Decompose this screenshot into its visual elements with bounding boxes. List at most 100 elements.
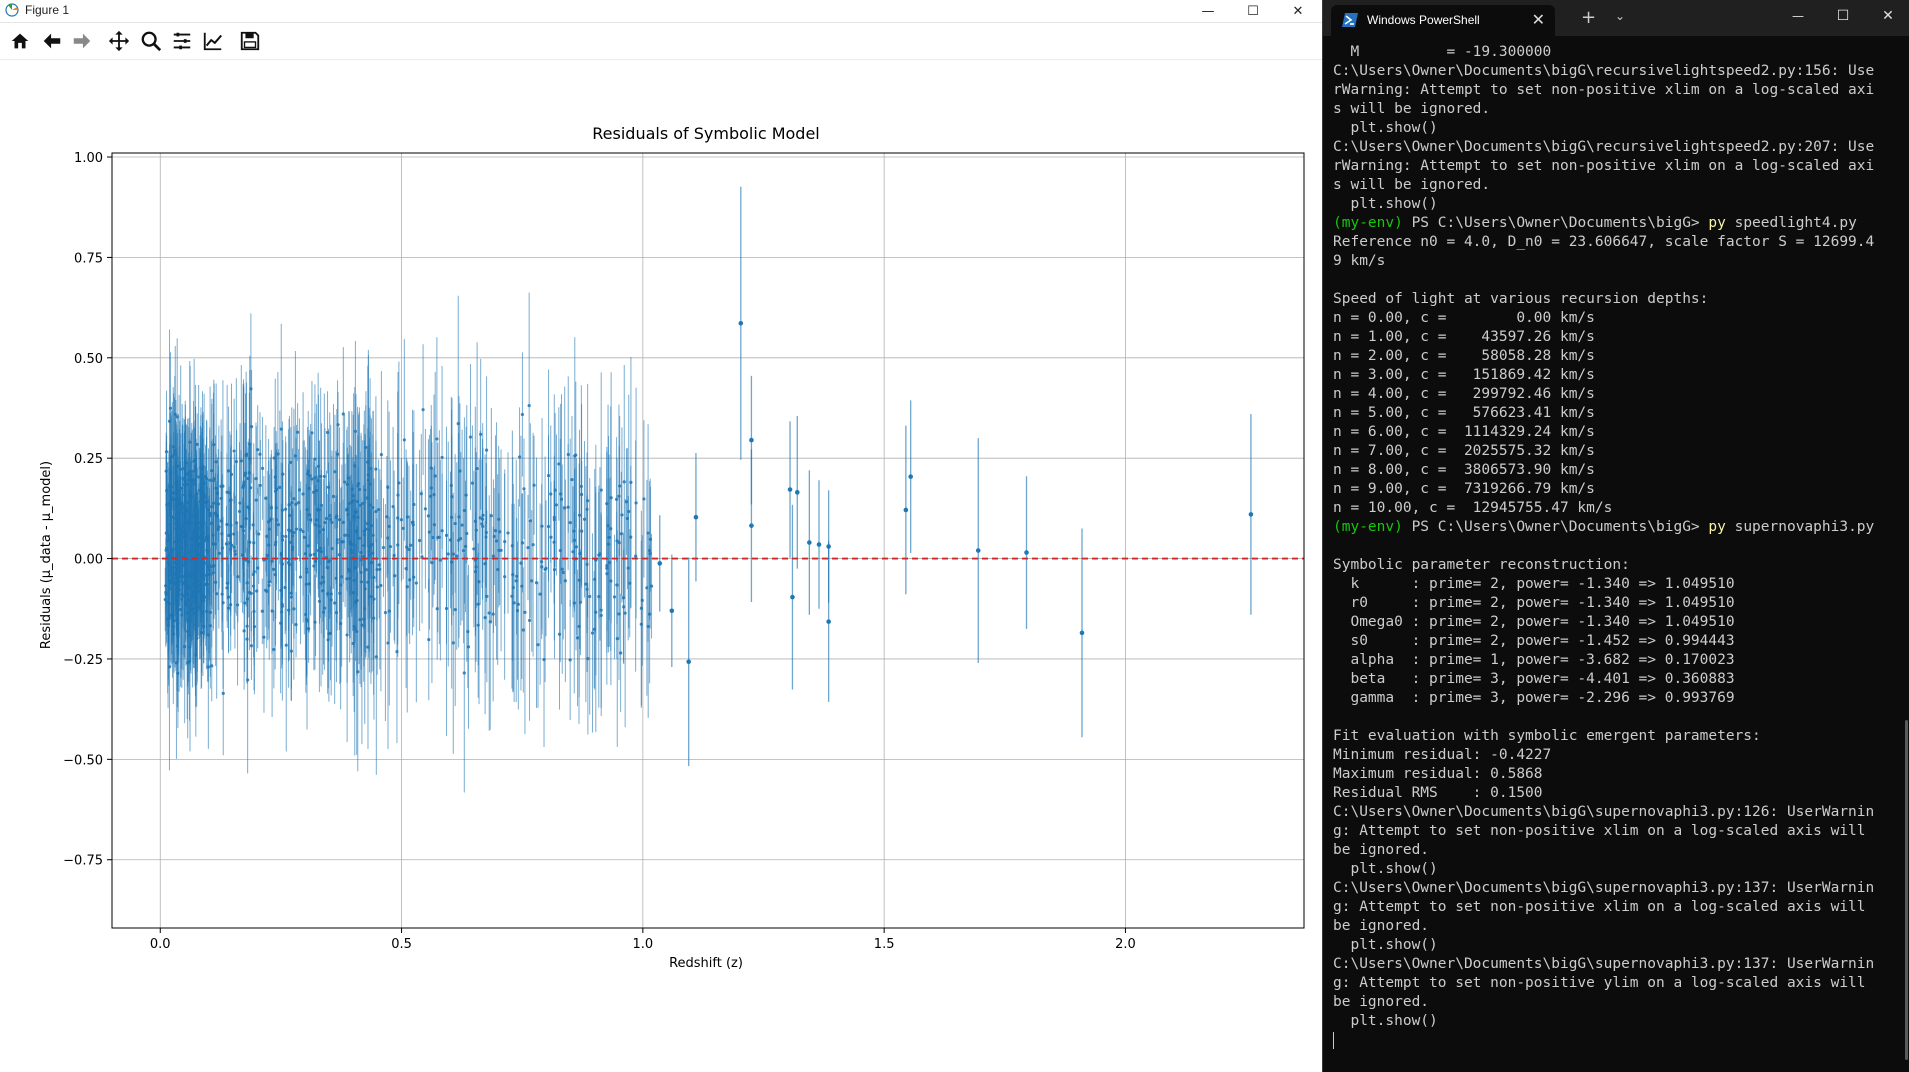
data-point [325,430,330,435]
forward-button[interactable] [70,29,94,53]
data-point [168,406,173,410]
edit-axis-button[interactable] [201,29,225,53]
data-point [321,575,325,579]
data-point [483,616,487,620]
terminal-line: r0 : prime= 2, power= -1.340 => 1.049510 [1333,595,1735,611]
home-button[interactable] [8,29,32,53]
terminal-line: plt.show() [1333,120,1438,136]
data-point [1079,630,1085,636]
terminal-line: n = 2.00, c = 58058.28 km/s [1333,348,1595,364]
terminal-line: alpha : prime= 1, power= -3.682 => 0.170… [1333,652,1735,668]
data-point [648,552,652,556]
terminal-line: s0 : prime= 2, power= -1.452 => 0.994443 [1333,633,1735,649]
terminal-input-line[interactable] [1333,1031,1908,1050]
tab-windows-powershell[interactable]: Windows PowerShell ✕ [1331,5,1555,36]
data-point [176,583,181,587]
chart-title: Residuals of Symbolic Model [592,124,819,143]
save-button[interactable] [238,29,262,53]
data-point [357,536,361,540]
data-point [619,532,623,536]
save-icon [240,31,260,51]
pan-button[interactable] [107,29,131,53]
command-argument: supernovaphi3.py [1725,519,1875,535]
data-point [327,559,331,563]
data-point [475,467,479,471]
data-point [435,437,439,441]
data-point [480,522,484,526]
terminal-line: s will be ignored. [1333,177,1491,193]
data-point [369,523,374,528]
terminal-line: be ignored. [1333,918,1430,934]
data-point [260,466,265,470]
terminal-line: be ignored. [1333,994,1430,1010]
data-point [345,633,349,637]
data-point [341,540,345,544]
data-point [506,531,510,535]
data-point [549,492,553,496]
terminal-line: plt.show() [1333,861,1438,877]
data-point [476,623,480,627]
data-point [465,531,469,536]
terminal-line: C:\Users\Owner\Documents\bigG\recursivel… [1333,63,1875,79]
data-point [232,532,236,536]
data-point [381,545,386,550]
data-point [625,516,629,521]
figure-window: Figure 1 — ☐ ✕ 0.0 0.5 1.0 1.5 2.0 1.00 … [0,0,1322,1072]
data-point [629,535,633,539]
data-point [484,535,488,539]
data-point [531,543,535,547]
terminal-minimize-button[interactable]: — [1775,0,1821,32]
terminal-scrollbar[interactable] [1905,720,1908,1060]
zoom-button[interactable] [139,29,163,53]
terminal-prompt-line: (my-env) PS C:\Users\Owner\Documents\big… [1333,214,1908,233]
data-point [646,531,650,535]
configure-subplots-button[interactable] [170,29,194,53]
back-button[interactable] [40,29,64,53]
data-point [429,494,433,498]
matplotlib-app-icon [5,3,19,17]
close-button[interactable]: ✕ [1276,0,1320,22]
data-point [512,601,516,605]
data-point [289,591,293,595]
data-point [479,432,483,436]
x-tick-label: 0.0 [150,937,171,952]
data-point [590,631,595,635]
data-point [395,649,399,654]
terminal-line: M = -19.300000 [1333,44,1552,60]
residuals-plot[interactable]: 0.0 0.5 1.0 1.5 2.0 1.00 0.75 0.50 0.25 0.00 −0.25… [0,60,1322,1072]
terminal-maximize-button[interactable]: ☐ [1820,0,1866,32]
data-point [335,541,339,545]
terminal-output[interactable]: M = -19.300000 C:\Users\Owner\Documents\b… [1333,43,1908,1050]
new-tab-button[interactable]: + [1581,7,1596,28]
data-point [522,487,526,491]
minimize-button[interactable]: — [1186,0,1230,22]
data-point [574,453,578,457]
data-point [246,678,250,682]
terminal-close-button[interactable]: ✕ [1865,0,1909,32]
terminal-line: n = 8.00, c = 3806573.90 km/s [1333,462,1595,478]
tab-close-button[interactable]: ✕ [1532,10,1545,29]
data-point [686,659,691,665]
data-point [432,523,436,527]
data-point [244,454,248,458]
data-point [272,647,276,652]
data-point [599,488,603,492]
data-point [219,496,223,501]
data-point [399,518,403,522]
terminal-line: n = 5.00, c = 576623.41 km/s [1333,405,1595,421]
terminal-line: plt.show() [1333,1013,1438,1029]
data-point [440,529,444,533]
maximize-button[interactable]: ☐ [1231,0,1275,22]
tab-dropdown-button[interactable]: ⌄ [1615,9,1625,23]
data-point [359,503,363,507]
data-point [566,505,570,509]
terminal-line: C:\Users\Owner\Documents\bigG\supernovap… [1333,880,1875,896]
terminal-line: g: Attempt to set non-positive ylim on a… [1333,975,1866,991]
data-point [414,581,418,585]
y-tick-label: 0.75 [74,251,103,266]
data-point [294,527,299,531]
home-icon [11,33,29,49]
data-point [427,638,431,642]
data-point [588,594,592,599]
